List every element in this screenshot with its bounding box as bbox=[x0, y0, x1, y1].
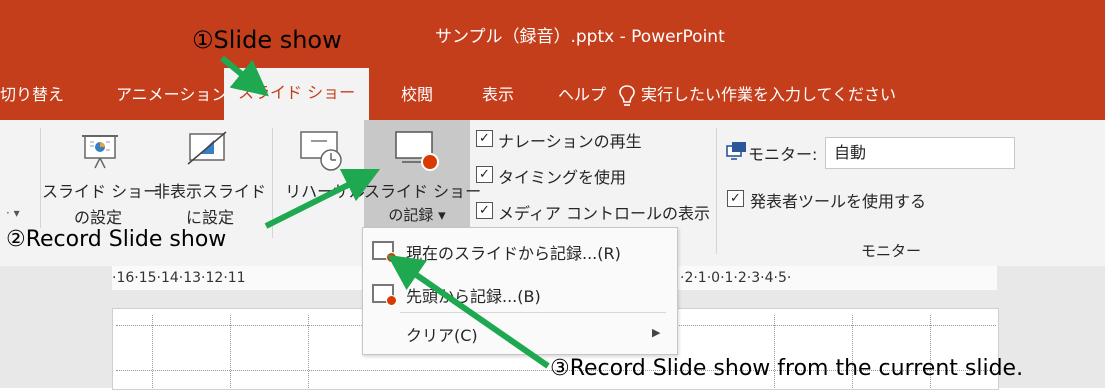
arrow-step1 bbox=[220, 55, 269, 97]
annotation-arrows bbox=[220, 55, 550, 369]
arrow-step3 bbox=[387, 254, 550, 369]
annotation-step2: ②Record Slide show bbox=[6, 227, 227, 252]
annotation-step1: ①Slide show bbox=[192, 26, 342, 54]
arrow-step2 bbox=[264, 168, 381, 229]
annotation-step3: ③Record Slide show from the current slid… bbox=[550, 356, 1024, 381]
